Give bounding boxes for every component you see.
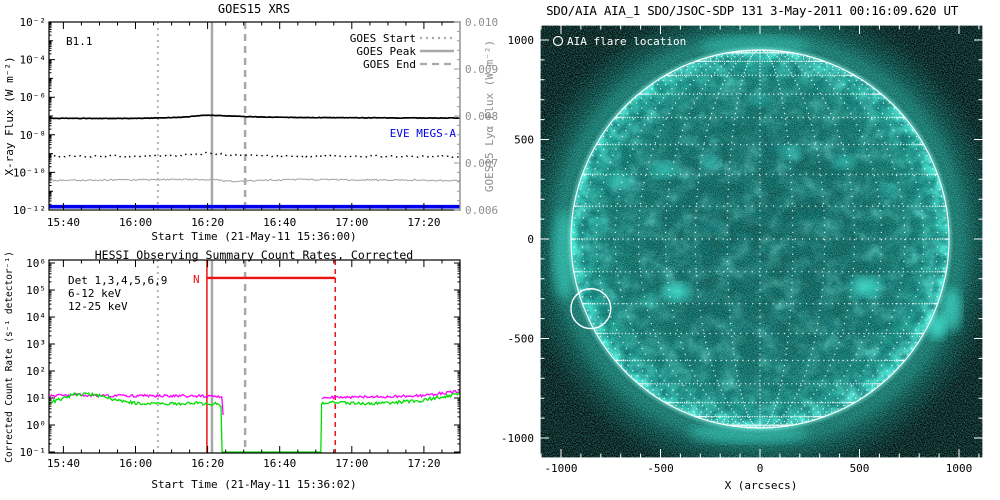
sun-x-tick-label: 0 [757,462,764,475]
hessi-y-tick-label: 10¹ [26,392,46,405]
hessi-legend-label: 12-25 keV [68,300,128,313]
goes-y-tick-label: 10⁻⁸ [20,129,47,142]
hessi-x-tick-label: 15:40 [47,457,80,470]
goes-series-0 [49,152,460,157]
goes-y-tick-label: 10⁻⁴ [20,54,47,67]
hessi-x-tick-label: 16:40 [263,457,296,470]
goes-series-2 [49,115,460,119]
hessi-y-tick-label: 10⁰ [26,419,46,432]
hessi-night-flag-label: N [193,273,200,286]
goes-x-axis-label: Start Time (21-May-11 15:36:00) [151,230,356,243]
sun-x-tick-label: 1000 [946,462,973,475]
goes-right-tick-label: 0.006 [465,204,498,217]
goes-legend-label: GOES Peak [356,45,416,58]
sun-image-title: SDO/AIA AIA_1 SDO/JSOC-SDP 131 3-May-201… [546,3,959,18]
goes-series-1 [49,179,460,182]
goes-y-tick-marks [49,22,55,210]
hessi-y-tick-label: 10⁵ [26,284,46,297]
goes-right-tick-marks [454,22,460,210]
hessi-x-tick-label: 17:20 [407,457,440,470]
hessi-series-1-seg2 [321,393,460,454]
goes-xrs-plot: GOES15 XRS B1.1 X-ray Flux (W m⁻²) GOES1… [0,0,500,250]
hessi-y-tick-label: 10⁻¹ [20,446,47,459]
x-tick-marks [63,260,460,453]
goes-right-tick-label: 0.008 [465,110,498,123]
goes-y-tick-label: 10⁻¹⁰ [13,166,46,179]
sun-y-tick-label: 0 [527,233,534,246]
solar-monitor-screen: GOES15 XRS B1.1 X-ray Flux (W m⁻²) GOES1… [0,0,1000,500]
hessi-y-tick-label: 10⁴ [26,311,46,324]
goes-x-tick-label: 17:20 [407,216,440,229]
hessi-y-axis-label: Corrected Count Rate (s⁻¹ detector⁻¹) [4,251,15,463]
goes-y-tick-label: 10⁻² [20,16,47,29]
hessi-series-1-seg0 [49,393,222,453]
goes-right-tick-label: 0.009 [465,63,498,76]
hessi-x-tick-label: 17:00 [335,457,368,470]
aia-image-clip [540,25,983,458]
goes-legend-label: GOES Start [350,32,416,45]
sun-x-tick-label: -1000 [544,462,577,475]
sun-x-tick-label: 500 [850,462,870,475]
goes-right-tick-label: 0.010 [465,16,498,29]
hessi-axes-layer: 10⁶ 10⁵ 10⁴ 10³ 10² 10¹ 10⁰ 10⁻¹15:40 16:00 16:20… [20,257,461,470]
goes-x-tick-label: 16:00 [119,216,152,229]
goes-x-tick-label: 16:40 [263,216,296,229]
flare-location-legend: AIA flare location [554,35,687,48]
sdo-aia-image-panel: SDO/AIA AIA_1 SDO/JSOC-SDP 131 3-May-201… [500,0,1000,500]
sun-y-tick-label: 500 [514,134,534,147]
hessi-x-tick-label: 16:00 [119,457,152,470]
goes-y-axis-label: X-ray Flux (W m⁻²) [3,56,16,175]
hessi-x-axis-label: Start Time (21-May-11 15:36:02) [151,478,356,491]
hessi-legend-label: 6-12 keV [68,287,121,300]
image-noise [540,25,983,458]
hessi-y-tick-label: 10³ [26,338,46,351]
eve-megs-a-label: EVE MEGS-A [390,127,457,140]
goes-plot-title: GOES15 XRS [218,2,290,16]
sun-y-tick-label: -500 [508,333,535,346]
flare-location-legend-label: AIA flare location [567,35,686,48]
goes-right-tick-label: 0.007 [465,157,498,170]
hessi-x-tick-label: 16:20 [191,457,224,470]
goes-x-tick-label: 16:20 [191,216,224,229]
goes-x-tick-label: 15:40 [47,216,80,229]
goes-y-tick-label: 10⁻⁶ [20,91,47,104]
aia-131-image [540,25,983,458]
hessi-legend-label: Det 1,3,4,5,6,9 [68,274,167,287]
goes-y-tick-label: 10⁻¹² [13,204,46,217]
sun-y-tick-label: 1000 [508,34,535,47]
hessi-y-tick-label: 10² [26,365,46,378]
sun-x-tick-label: -500 [647,462,674,475]
hessi-count-rate-plot: HESSI Observing Summary Count Rates, Cor… [0,250,500,500]
sun-x-axis-label: X (arcsecs) [725,479,798,492]
goes-x-tick-label: 17:00 [335,216,368,229]
goes-flare-class-label: B1.1 [66,35,93,48]
hessi-y-tick-label: 10⁶ [26,257,46,270]
sun-y-tick-label: -1000 [501,432,534,445]
hessi-series-0-seg1 [322,390,460,399]
goes-legend-label: GOES End [363,58,416,71]
